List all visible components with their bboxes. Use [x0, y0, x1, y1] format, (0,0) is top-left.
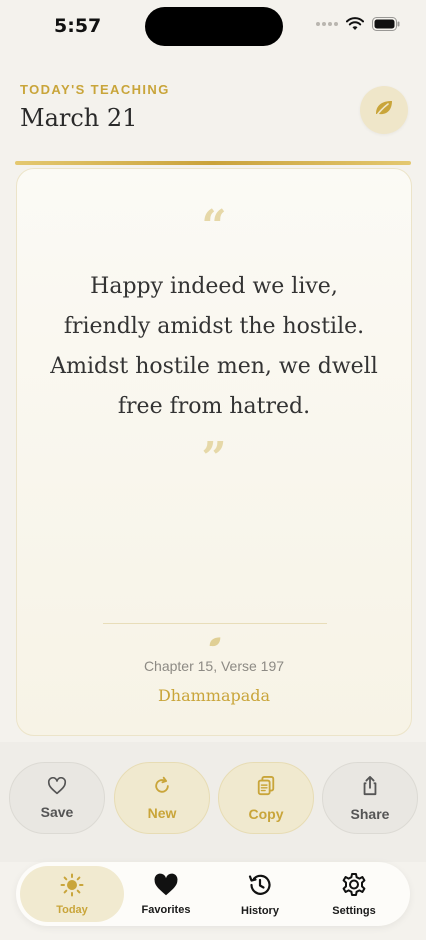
- leaf-icon: [374, 99, 394, 122]
- tab-favorites[interactable]: Favorites: [114, 866, 218, 922]
- share-button[interactable]: Share: [322, 762, 418, 834]
- refresh-icon: [152, 776, 172, 799]
- open-quote-mark: “: [201, 201, 227, 252]
- leaf-icon: [208, 635, 222, 653]
- share-icon: [360, 775, 380, 800]
- section-eyebrow: TODAY'S TEACHING: [20, 82, 170, 97]
- save-button[interactable]: Save: [9, 762, 105, 834]
- leaf-button[interactable]: [360, 86, 408, 134]
- tab-today-label: Today: [56, 903, 88, 916]
- signal-icon: [316, 22, 338, 26]
- source-title: Dhammapada: [157, 686, 271, 705]
- new-button[interactable]: New: [114, 762, 210, 834]
- share-label: Share: [350, 805, 390, 822]
- wifi-icon: [346, 17, 364, 31]
- copy-icon: [256, 775, 276, 800]
- new-label: New: [147, 804, 177, 821]
- sun-icon: [60, 873, 84, 900]
- card-divider: [103, 623, 327, 624]
- history-icon: [247, 872, 273, 901]
- heart-icon: [153, 873, 179, 900]
- tab-settings[interactable]: Settings: [302, 866, 406, 922]
- close-quote-mark: ”: [201, 433, 227, 484]
- page-title: March 21: [20, 104, 138, 132]
- tab-today[interactable]: Today: [20, 866, 124, 922]
- status-bar: 5:57: [0, 0, 426, 54]
- quote-card: “ Happy indeed we live, friendly amidst …: [16, 168, 412, 736]
- gear-icon: [341, 872, 367, 901]
- copy-button[interactable]: Copy: [218, 762, 314, 834]
- tab-settings-label: Settings: [332, 904, 376, 917]
- verse-reference: Chapter 15, Verse 197: [143, 658, 285, 674]
- tab-history-label: History: [241, 904, 279, 917]
- save-label: Save: [40, 803, 74, 820]
- quote-text: Happy indeed we live, friendly amidst th…: [50, 274, 378, 419]
- dynamic-island: [145, 7, 283, 46]
- accent-divider: [15, 161, 411, 165]
- heart-outline-icon: [47, 776, 67, 798]
- copy-label: Copy: [248, 805, 284, 822]
- battery-icon: [372, 17, 400, 31]
- tab-bar: Today Favorites History Settings: [16, 862, 410, 926]
- tab-history[interactable]: History: [208, 866, 312, 922]
- status-time: 5:57: [54, 15, 102, 37]
- status-icons: [316, 17, 400, 31]
- tab-favorites-label: Favorites: [141, 903, 191, 916]
